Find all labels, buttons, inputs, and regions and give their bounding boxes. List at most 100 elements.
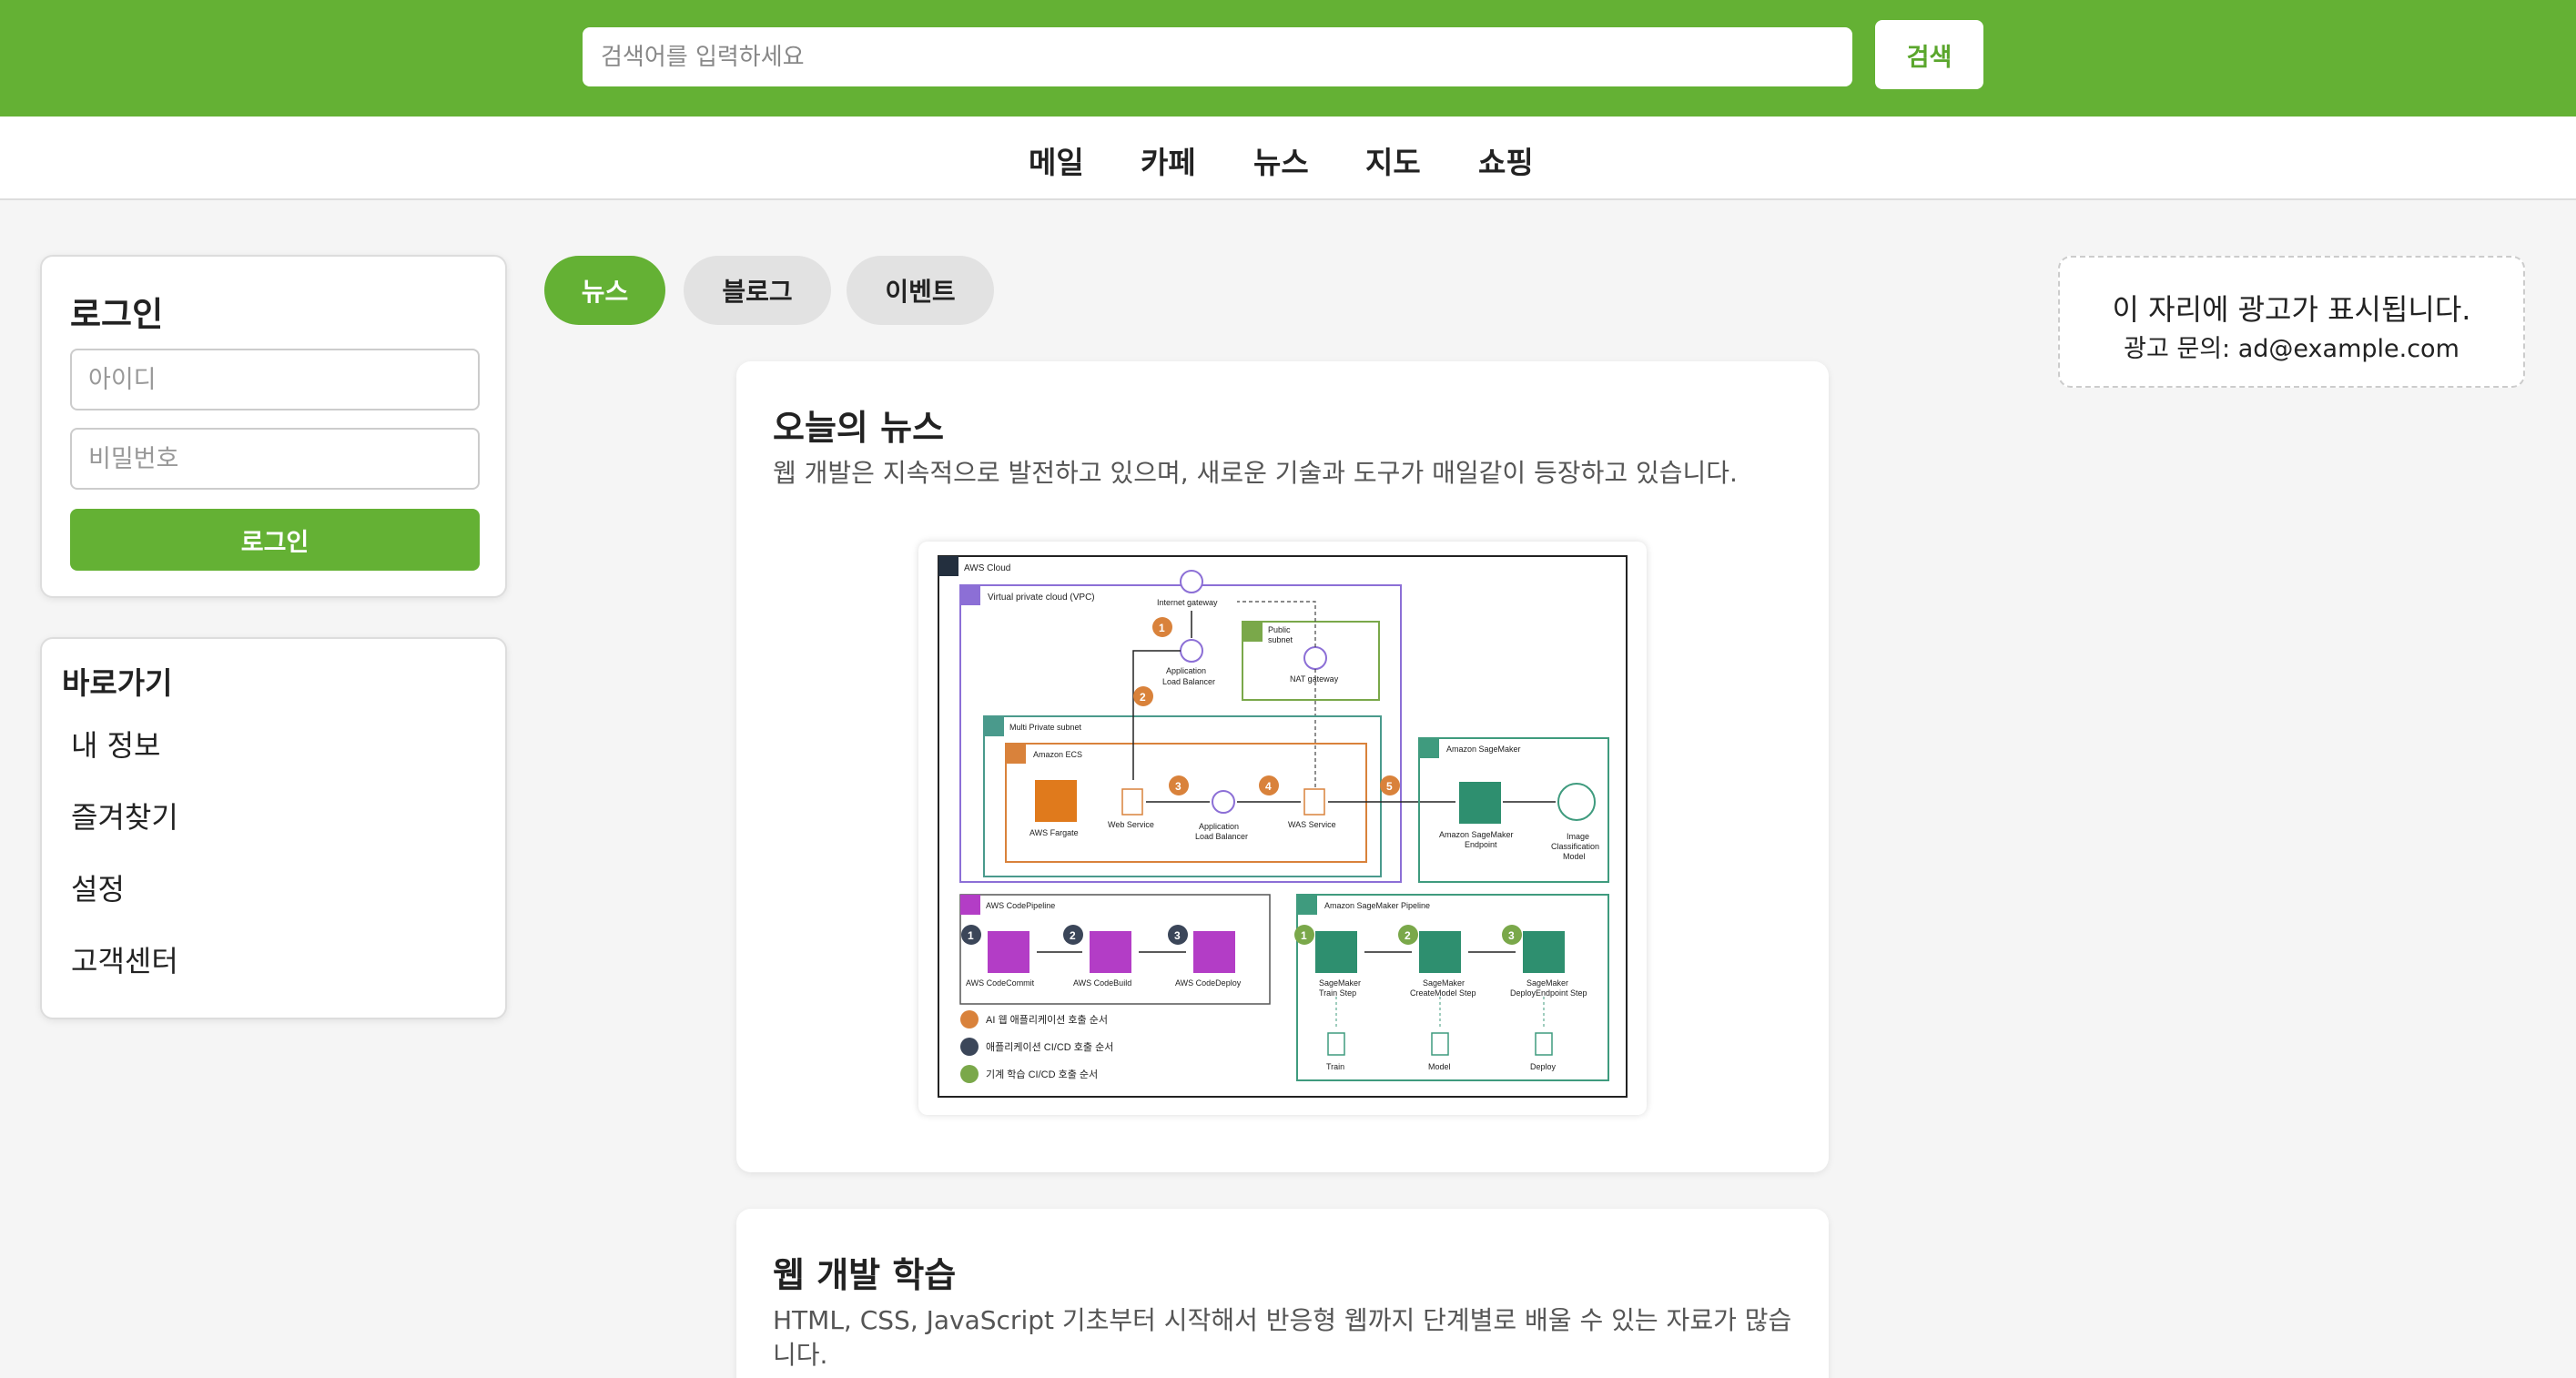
private-subnet-icon (984, 716, 1004, 736)
public-subnet-label-1: Public (1268, 625, 1291, 634)
alb-mid-label-2: Load Balancer (1195, 832, 1248, 841)
sm-pipeline-label: Amazon SageMaker Pipeline (1324, 901, 1430, 910)
shortcut-item-favorites[interactable]: 즐겨찾기 (71, 795, 178, 836)
codedeploy-icon (1193, 931, 1235, 973)
vpc-frame (959, 584, 1402, 883)
learning-card: 웹 개발 학습 HTML, CSS, JavaScript 기초부터 시작해서 … (736, 1209, 1829, 1378)
main-nav: 메일 카페 뉴스 지도 쇼핑 (0, 117, 2576, 200)
ad-banner: 이 자리에 광고가 표시됩니다. 광고 문의: ad@example.com (2058, 256, 2525, 388)
step-orange-4-label: 4 (1265, 780, 1272, 793)
sm-pipeline-icon (1297, 895, 1317, 915)
shortcut-item-settings[interactable]: 설정 (71, 866, 125, 908)
password-field[interactable] (70, 428, 480, 490)
train-step-label-2: Train Step (1319, 988, 1356, 998)
ad-text: 이 자리에 광고가 표시됩니다. (2112, 292, 2471, 327)
step-dark-3-label: 3 (1174, 929, 1181, 942)
train-step-icon (1315, 931, 1357, 973)
nav-item-news[interactable]: 뉴스 (1253, 138, 1309, 182)
nav-item-cafe[interactable]: 카페 (1141, 138, 1196, 182)
diagram-svg: AWS Cloud Virtual private cloud (VPC) In… (938, 555, 1628, 1098)
step-orange-5-label: 5 (1386, 780, 1393, 793)
deploy-step-label-2: DeployEndpoint Step (1510, 988, 1587, 998)
image-model-icon (1557, 783, 1596, 821)
sagemaker-label: Amazon SageMaker (1446, 745, 1521, 754)
ecs-label: Amazon ECS (1033, 750, 1082, 759)
step-green-2-label: 2 (1405, 929, 1411, 942)
card-body: 웹 개발은 지속적으로 발전하고 있으며, 새로운 기술과 도구가 매일같이 등… (773, 458, 1738, 488)
codecommit-icon (988, 931, 1029, 973)
alb-mid-icon (1212, 790, 1235, 814)
image-model-label-1: Image (1567, 832, 1589, 841)
card-title: 웹 개발 학습 (773, 1255, 957, 1295)
fargate-label: AWS Fargate (1029, 828, 1079, 837)
createmodel-step-label-1: SageMaker (1423, 978, 1465, 988)
deploy-doc-icon (1535, 1032, 1553, 1056)
sm-endpoint-icon (1459, 782, 1501, 824)
nav-item-mail[interactable]: 메일 (1029, 138, 1084, 182)
search-button[interactable]: 검색 (1875, 20, 1983, 89)
shortcut-panel: 바로가기 내 정보 즐겨찾기 설정 고객센터 (40, 637, 507, 1019)
shortcut-title: 바로가기 (62, 665, 173, 701)
legend-item-3: 기계 학습 CI/CD 호출 순서 (986, 1069, 1098, 1080)
web-service-label: Web Service (1108, 820, 1154, 829)
tab-event[interactable]: 이벤트 (847, 256, 994, 325)
model-doc-icon (1431, 1032, 1449, 1056)
step-orange-2-label: 2 (1140, 691, 1146, 704)
shortcut-item-my-info[interactable]: 내 정보 (71, 723, 161, 765)
step-dark-2-label: 2 (1070, 929, 1076, 942)
createmodel-step-icon (1419, 931, 1461, 973)
ad-contact: 광고 문의: ad@example.com (2124, 335, 2459, 363)
card-title: 오늘의 뉴스 (773, 408, 945, 448)
web-service-icon (1121, 788, 1143, 816)
deploy-step-label-1: SageMaker (1526, 978, 1568, 988)
alb-top-label-1: Application (1166, 666, 1206, 675)
username-field[interactable] (70, 349, 480, 410)
alb-mid-label-1: Application (1199, 822, 1239, 831)
step-green-1-label: 1 (1301, 929, 1307, 942)
train-doc-label: Train (1326, 1062, 1344, 1071)
codebuild-label: AWS CodeBuild (1073, 978, 1131, 988)
sm-endpoint-label-1: Amazon SageMaker (1439, 830, 1514, 839)
codepipeline-label: AWS CodePipeline (986, 901, 1055, 910)
login-panel: 로그인 로그인 (40, 255, 507, 598)
sm-endpoint-label-2: Endpoint (1465, 840, 1497, 849)
search-input[interactable] (583, 27, 1852, 86)
train-step-label-1: SageMaker (1319, 978, 1361, 988)
top-header: 검색 (0, 0, 2576, 117)
news-card: 오늘의 뉴스 웹 개발은 지속적으로 발전하고 있으며, 새로운 기술과 도구가… (736, 361, 1829, 1172)
codebuild-icon (1090, 931, 1131, 973)
legend-item-2: 애플리케이션 CI/CD 호출 순서 (986, 1041, 1113, 1053)
aws-cloud-label: AWS Cloud (964, 563, 1010, 573)
ecs-icon (1006, 744, 1026, 764)
codecommit-label: AWS CodeCommit (966, 978, 1035, 988)
codepipeline-icon (960, 895, 980, 915)
tab-blog[interactable]: 블로그 (684, 256, 831, 325)
nav-item-shopping[interactable]: 쇼핑 (1478, 138, 1534, 182)
deploy-doc-label: Deploy (1530, 1062, 1557, 1071)
codedeploy-label: AWS CodeDeploy (1175, 978, 1242, 988)
aws-architecture-diagram: AWS Cloud Virtual private cloud (VPC) In… (918, 542, 1647, 1115)
internet-gateway-label: Internet gateway (1157, 598, 1218, 607)
train-doc-icon (1327, 1032, 1345, 1056)
legend-green-dot (960, 1065, 979, 1083)
createmodel-step-label-2: CreateModel Step (1410, 988, 1476, 998)
private-subnet-label: Multi Private subnet (1009, 723, 1082, 732)
nat-gateway-label: NAT gateway (1290, 674, 1339, 684)
nav-item-map[interactable]: 지도 (1365, 138, 1421, 182)
nat-gateway-icon (1303, 646, 1327, 670)
image-model-label-2: Classification (1551, 842, 1599, 851)
card-body: HTML, CSS, JavaScript 기초부터 시작해서 반응형 웹까지 … (773, 1305, 1792, 1370)
vpc-label: Virtual private cloud (VPC) (988, 593, 1095, 603)
image-model-label-3: Model (1563, 852, 1586, 861)
internet-gateway-icon (1180, 570, 1203, 593)
legend-dark-dot (960, 1038, 979, 1056)
legend-orange-dot (960, 1010, 979, 1028)
tab-news[interactable]: 뉴스 (544, 256, 665, 325)
step-orange-3-label: 3 (1175, 780, 1182, 793)
login-title: 로그인 (70, 295, 164, 334)
login-button[interactable]: 로그인 (70, 509, 480, 571)
shortcut-item-support[interactable]: 고객센터 (71, 938, 178, 980)
aws-logo-icon (938, 556, 958, 576)
step-dark-1-label: 1 (968, 929, 974, 942)
fargate-icon (1035, 780, 1077, 822)
